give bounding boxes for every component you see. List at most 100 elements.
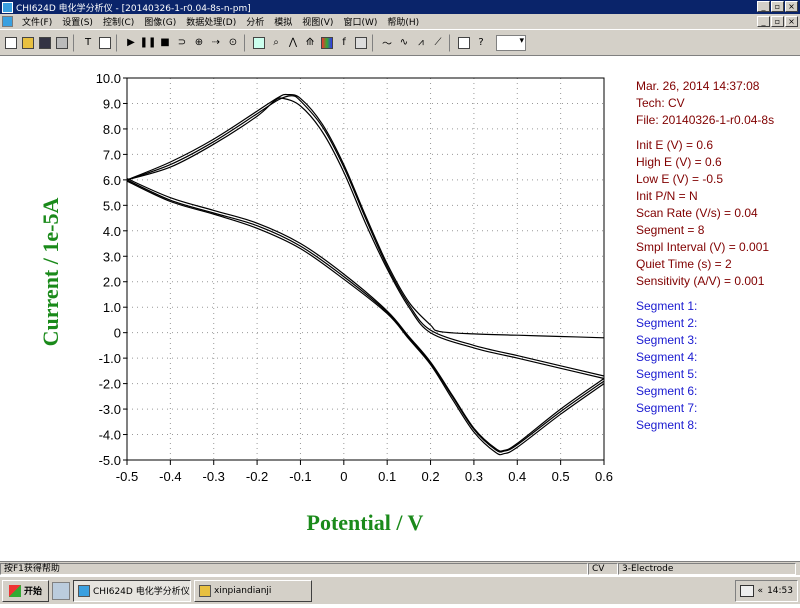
y-tick-label: 10.0 bbox=[96, 71, 121, 86]
quicklaunch-icon[interactable] bbox=[52, 581, 71, 600]
y-tick-label: 1.0 bbox=[103, 300, 121, 315]
y-tick-label: 5.0 bbox=[103, 198, 121, 213]
technique-icon[interactable]: T bbox=[80, 35, 96, 51]
x-tick-label: 0.1 bbox=[378, 469, 396, 484]
info-date: Mar. 26, 2014 14:37:08 bbox=[636, 79, 760, 93]
x-tick-label: -0.4 bbox=[159, 469, 181, 484]
toolbar-separator bbox=[244, 33, 248, 52]
menubar: 文件(F) 设置(S) 控制(C) 图像(G) 数据处理(D) 分析 模拟 视图… bbox=[0, 14, 800, 29]
tray-expand-arrow[interactable]: « bbox=[758, 586, 764, 596]
doc-restore-button[interactable]: ▫ bbox=[771, 16, 784, 27]
taskbar: 开始 CHI624D 电化学分析仪... xinpiandianji « 14:… bbox=[0, 576, 800, 604]
cv-series-6 bbox=[126, 97, 605, 380]
y-tick-label: 0 bbox=[114, 326, 121, 341]
y-tick-label: -5.0 bbox=[99, 453, 121, 468]
param-high-e: High E (V) = 0.6 bbox=[636, 155, 722, 169]
keyboard-icon[interactable] bbox=[739, 585, 754, 597]
start-button[interactable]: 开始 bbox=[2, 579, 50, 602]
minimize-button[interactable]: _ bbox=[757, 1, 770, 12]
y-tick-label: 6.0 bbox=[103, 173, 121, 188]
y-tick-label: -2.0 bbox=[99, 377, 121, 392]
start-label: 开始 bbox=[24, 587, 43, 597]
taskbar-item-label: xinpiandianji bbox=[214, 585, 272, 596]
segment-7: Segment 7: bbox=[636, 401, 698, 415]
chart-curves bbox=[126, 93, 605, 456]
menu-setup[interactable]: 设置(S) bbox=[57, 15, 98, 28]
toolbar-separator bbox=[116, 33, 120, 52]
open-icon[interactable] bbox=[20, 35, 36, 51]
graph-canvas[interactable]: -0.5 -0.4 -0.3 -0.2 -0.1 0 0.1 0.2 0.3 0.4 0.5 0.6 1… bbox=[0, 56, 800, 608]
filter-icon[interactable]: ⇢ bbox=[208, 35, 224, 51]
param-sensitivity: Sensitivity (A/V) = 0.001 bbox=[636, 274, 765, 288]
chart-ticks: -0.5 -0.4 -0.3 -0.2 -0.1 0 0.1 0.2 0.3 0.4 0.5 0.6 1… bbox=[96, 71, 613, 484]
segment-1: Segment 1: bbox=[636, 299, 698, 313]
toolbar-separator bbox=[372, 33, 376, 52]
chart-grid bbox=[127, 78, 604, 460]
taskbar-item-chi624d[interactable]: CHI624D 电化学分析仪... bbox=[73, 579, 192, 602]
y-tick-label: 7.0 bbox=[103, 147, 121, 162]
graph-icon[interactable] bbox=[251, 35, 267, 51]
parameters-icon[interactable] bbox=[97, 35, 113, 51]
zoom-icon[interactable]: ⌕ bbox=[268, 35, 284, 51]
x-tick-label: 0.4 bbox=[508, 469, 526, 484]
menu-help[interactable]: 帮助(H) bbox=[382, 15, 424, 28]
pause-icon[interactable]: ❚❚ bbox=[140, 35, 157, 51]
param-init-pn: Init P/N = N bbox=[636, 189, 698, 203]
experiment-info: Mar. 26, 2014 14:37:08 Tech: CV File: 20… bbox=[636, 78, 774, 434]
statusbar: 按F1获得帮助 CV 3-Electrode bbox=[0, 561, 800, 575]
y-tick-label: -1.0 bbox=[99, 351, 121, 366]
cell-icon[interactable]: ⊙ bbox=[225, 35, 241, 51]
x-tick-label: 0.2 bbox=[422, 469, 440, 484]
color-icon[interactable] bbox=[319, 35, 335, 51]
menu-simulation[interactable]: 模拟 bbox=[269, 15, 297, 28]
close-button[interactable]: × bbox=[785, 1, 798, 12]
menu-window[interactable]: 窗口(W) bbox=[338, 15, 382, 28]
toolbar-separator bbox=[73, 33, 77, 52]
font-icon[interactable]: f bbox=[336, 35, 352, 51]
smooth-icon[interactable]: ⟰ bbox=[302, 35, 318, 51]
restore-button[interactable]: ▫ bbox=[771, 1, 784, 12]
peak-icon[interactable]: ⋀ bbox=[285, 35, 301, 51]
info-tech: Tech: CV bbox=[636, 96, 685, 110]
add-icon[interactable]: ∿ bbox=[396, 35, 412, 51]
window-controls: _ ▫ × bbox=[757, 1, 798, 12]
menu-file[interactable]: 文件(F) bbox=[17, 15, 57, 28]
windows-logo-icon bbox=[9, 584, 21, 597]
y-tick-label: 3.0 bbox=[103, 249, 121, 264]
x-tick-label: -0.1 bbox=[289, 469, 311, 484]
new-icon[interactable] bbox=[3, 35, 19, 51]
clock: 14:53 bbox=[767, 586, 793, 596]
y-tick-label: 2.0 bbox=[103, 275, 121, 290]
run-icon[interactable]: ▶ bbox=[123, 35, 139, 51]
doc-close-button[interactable]: × bbox=[785, 16, 798, 27]
document-icon[interactable] bbox=[2, 16, 13, 27]
toolbar: T ▶ ❚❚ ■ ⊃ ⊕ ⇢ ⊙ ⌕ ⋀ ⟰ f 〜 ∿ ⩘ ⟋ ? bbox=[0, 29, 800, 56]
y-tick-label: -3.0 bbox=[99, 402, 121, 417]
copy-icon[interactable] bbox=[353, 35, 369, 51]
info-icon[interactable] bbox=[456, 35, 472, 51]
x-tick-label: 0.3 bbox=[465, 469, 483, 484]
cv-series-5 bbox=[126, 95, 605, 377]
ir-comp-icon[interactable]: ⊕ bbox=[191, 35, 207, 51]
print-icon[interactable] bbox=[54, 35, 70, 51]
menu-control[interactable]: 控制(C) bbox=[98, 15, 139, 28]
y-axis-label: Current / 1e-5A bbox=[38, 198, 63, 347]
overlay-icon[interactable]: 〜 bbox=[379, 35, 395, 51]
menu-graphics[interactable]: 图像(G) bbox=[139, 15, 181, 28]
toolbar-dropdown[interactable] bbox=[496, 34, 526, 51]
param-sample-interval: Smpl Interval (V) = 0.001 bbox=[636, 240, 770, 254]
stop-icon[interactable]: ■ bbox=[157, 35, 173, 51]
doc-minimize-button[interactable]: _ bbox=[757, 16, 770, 27]
menu-data-processing[interactable]: 数据处理(D) bbox=[181, 15, 241, 28]
text-icon[interactable]: ? bbox=[473, 35, 489, 51]
semilog-icon[interactable]: ⟋ bbox=[430, 35, 446, 51]
x-tick-label: 0.6 bbox=[595, 469, 613, 484]
toolbar-separator bbox=[449, 33, 453, 52]
cv-series-2 bbox=[126, 179, 605, 453]
taskbar-item-folder[interactable]: xinpiandianji bbox=[194, 579, 313, 602]
menu-view[interactable]: 视图(V) bbox=[297, 15, 338, 28]
reverse-icon[interactable]: ⊃ bbox=[174, 35, 190, 51]
derivative-icon[interactable]: ⩘ bbox=[413, 35, 429, 51]
menu-analysis[interactable]: 分析 bbox=[241, 15, 269, 28]
save-icon[interactable] bbox=[37, 35, 53, 51]
